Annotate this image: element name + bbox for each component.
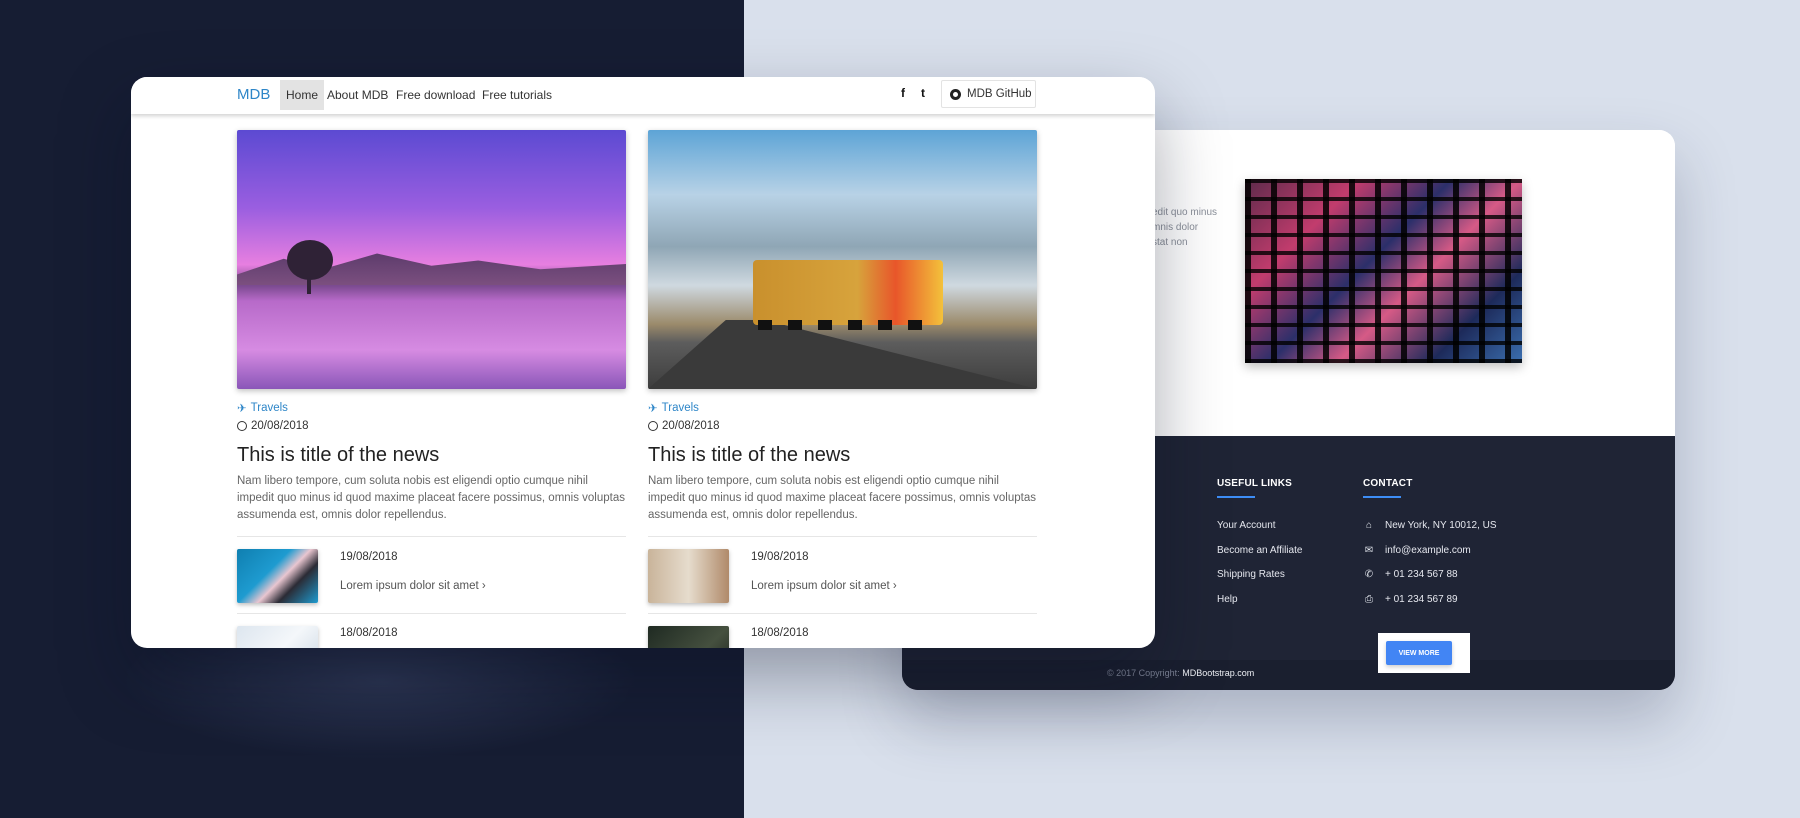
clock-icon [237,421,247,431]
contact-heading-text: CONTACT [1363,478,1413,489]
copyright-prefix: © 2017 Copyright: [1107,668,1180,678]
related-thumbnail[interactable] [237,626,318,648]
print-icon: ⎙ [1365,594,1373,605]
contact-fax: ⎙ + 01 234 567 89 [1363,594,1458,605]
category-label: Travels [250,402,288,414]
truck-photo[interactable] [648,130,1037,389]
footer-link-affiliate[interactable]: Become an Affiliate [1217,545,1302,556]
related-link[interactable]: Lorem ipsum dolor sit amet › [340,580,486,592]
envelope-icon: ✉ [1364,545,1374,556]
contact-heading: CONTACT [1363,478,1413,498]
facebook-icon[interactable]: f [901,86,905,100]
footer-link-shipping[interactable]: Shipping Rates [1217,569,1285,580]
brand-logo[interactable]: MDB [237,86,270,103]
related-thumbnail[interactable] [648,549,729,603]
github-button[interactable]: MDB GitHub [941,80,1036,108]
category-link[interactable]: ✈ Travels [648,401,1037,415]
tree-trunk-shape [307,270,311,294]
news-card: ✈ Travels 20/08/2018 This is title of th… [237,130,626,648]
clock-icon [648,421,658,431]
front-window: MDB Home About MDB Free download Free tu… [131,77,1155,648]
related-news-item: 18/08/2018 [648,614,1037,648]
related-date: 19/08/2018 [340,551,398,563]
nav-item-about[interactable]: About MDB [321,80,394,110]
copyright-text: © 2017 Copyright: MDBootstrap.com [1107,668,1254,678]
view-more-box: VIEW MORE [1378,633,1470,673]
github-button-label: MDB GitHub [967,88,1032,100]
category-link[interactable]: ✈ Travels [237,401,626,415]
twitter-icon[interactable]: t [921,86,925,100]
useful-links-heading-text: USEFUL LINKS [1217,478,1292,489]
news-excerpt: Nam libero tempore, cum soluta nobis est… [648,475,1036,521]
nav-item-download[interactable]: Free download [390,80,481,110]
github-icon [950,88,961,100]
home-icon: ⌂ [1365,520,1373,531]
news-card: ✈ Travels 20/08/2018 This is title of th… [648,130,1037,648]
related-thumbnail[interactable] [237,549,318,603]
post-date-text: 20/08/2018 [662,420,720,432]
heading-underline [1363,496,1401,498]
truck-shape [753,260,943,325]
footer-copyright-bar [902,660,1675,690]
news-excerpt: Nam libero tempore, cum soluta nobis est… [237,475,625,521]
contact-phone-text: + 01 234 567 88 [1385,569,1458,580]
nav-item-tutorials[interactable]: Free tutorials [476,80,558,110]
contact-fax-text: + 01 234 567 89 [1385,594,1458,605]
footer-link-help[interactable]: Help [1217,594,1238,605]
post-date: 20/08/2018 [237,420,626,432]
useful-links-heading: USEFUL LINKS [1217,478,1292,498]
news-title[interactable]: This is title of the news [648,444,1037,467]
related-news-item: 18/08/2018 [237,614,626,648]
related-date: 19/08/2018 [751,551,809,563]
contact-address: ⌂ New York, NY 10012, US [1363,520,1497,531]
plane-icon: ✈ [648,403,658,415]
related-thumbnail[interactable] [648,626,729,648]
related-news-item: 19/08/2018 Lorem ipsum dolor sit amet › [237,537,626,613]
plane-icon: ✈ [237,403,247,415]
heading-underline [1217,496,1255,498]
news-title[interactable]: This is title of the news [237,444,626,467]
post-date: 20/08/2018 [648,420,1037,432]
road-shape [648,320,1037,389]
copyright-link[interactable]: MDBootstrap.com [1182,668,1254,678]
footer-link-your-account[interactable]: Your Account [1217,520,1276,531]
navbar: MDB Home About MDB Free download Free tu… [131,77,1155,114]
contact-address-text: New York, NY 10012, US [1385,520,1497,531]
contact-email: ✉ info@example.com [1363,545,1471,556]
phone-icon: ✆ [1364,569,1374,580]
nav-item-home[interactable]: Home [280,80,325,110]
building-photo [1245,179,1522,363]
contact-email-text[interactable]: info@example.com [1385,545,1471,556]
truck-wheels-shape [758,320,938,330]
related-date: 18/08/2018 [751,627,809,639]
related-news-item: 19/08/2018 Lorem ipsum dolor sit amet › [648,537,1037,613]
contact-phone: ✆ + 01 234 567 88 [1363,569,1458,580]
related-link[interactable]: Lorem ipsum dolor sit amet › [751,580,897,592]
view-more-button[interactable]: VIEW MORE [1386,641,1452,665]
lake-photo[interactable] [237,130,626,389]
related-date: 18/08/2018 [340,627,398,639]
category-label: Travels [661,402,699,414]
post-date-text: 20/08/2018 [251,420,309,432]
